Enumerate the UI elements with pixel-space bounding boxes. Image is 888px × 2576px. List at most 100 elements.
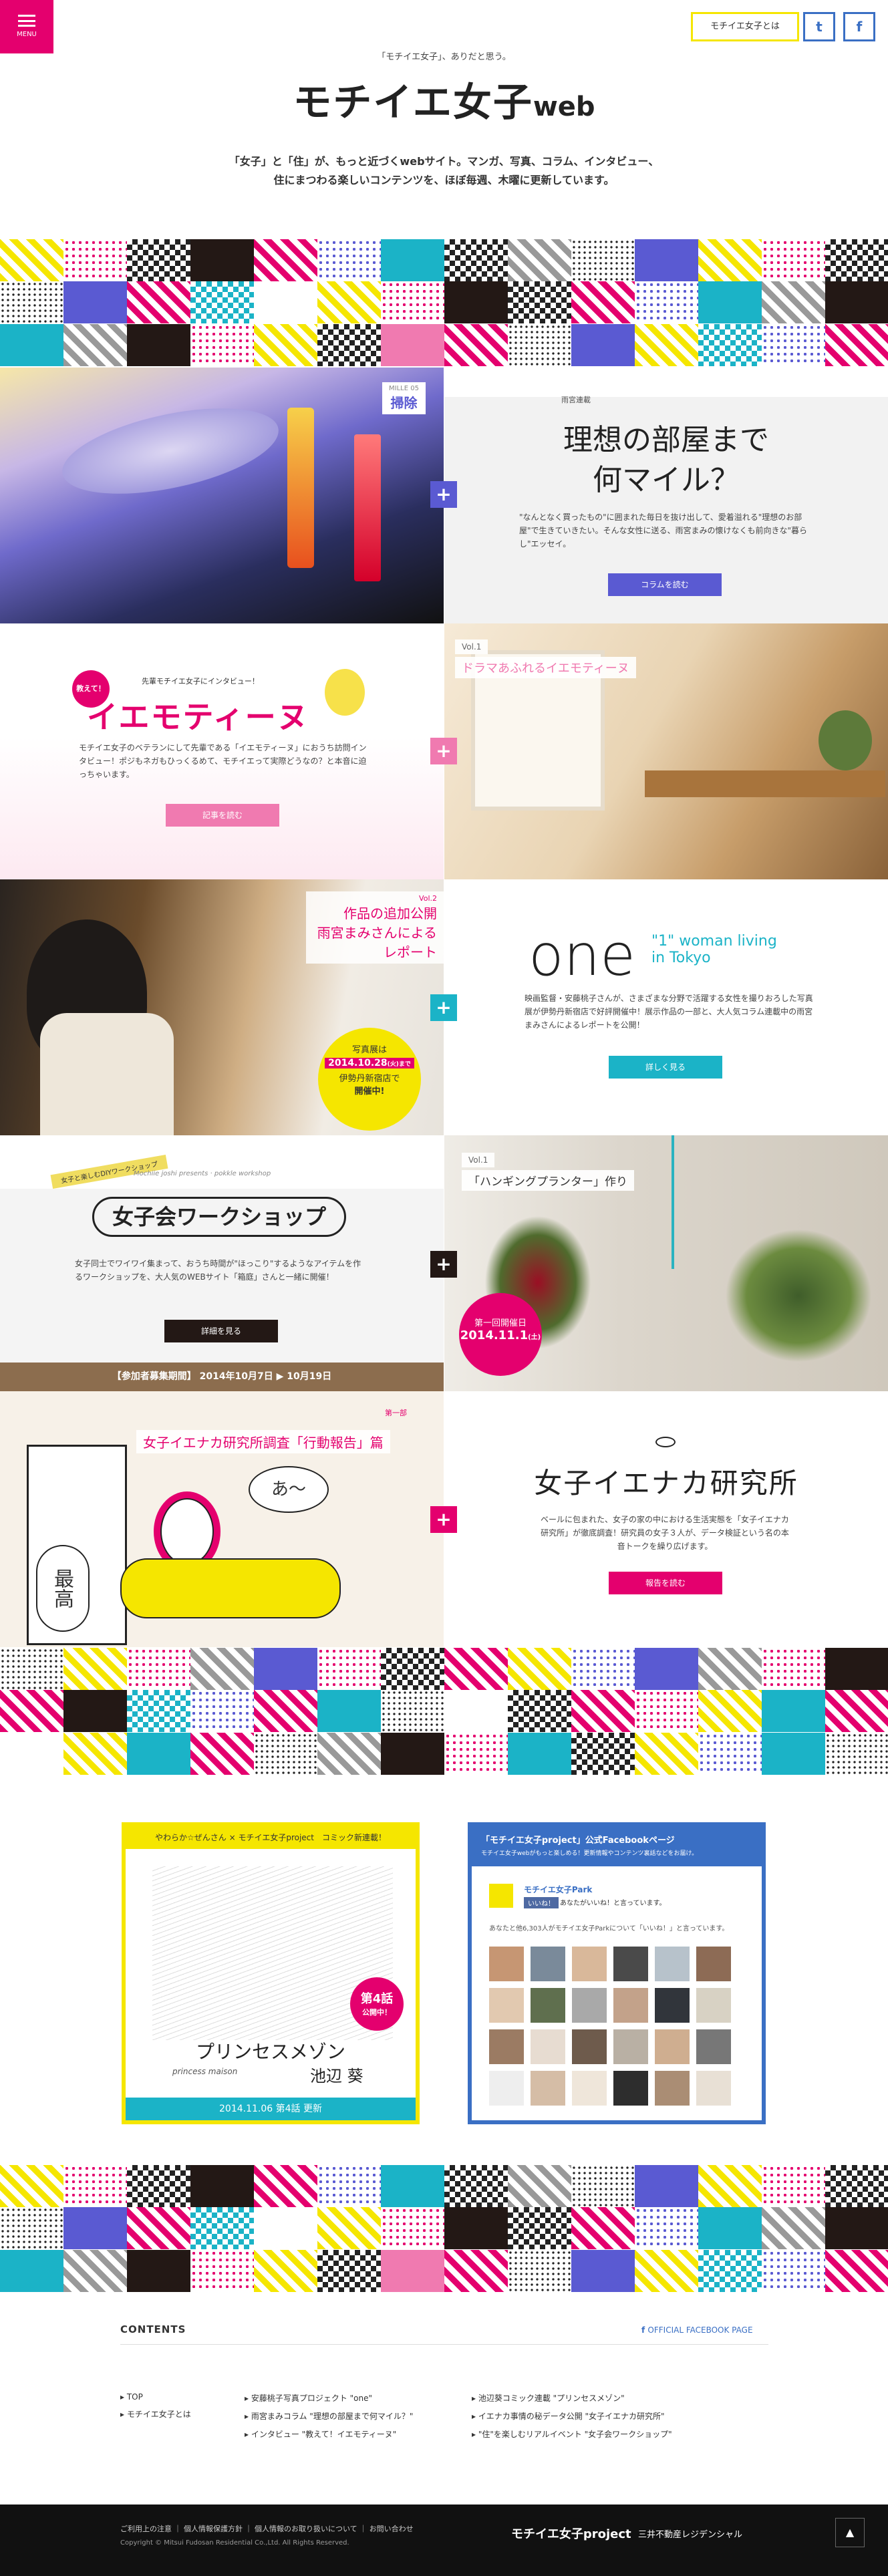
footer-logo-mitsui[interactable]: 三井不動産レジデンシャル xyxy=(638,2527,742,2540)
footer-links: ご利用上の注意 ｜ 個人情報保護方針 ｜ 個人情報のお取り扱いについて ｜ お問… xyxy=(120,2525,414,2533)
lab-body: ベールに包まれた、女子の家の中における生活実態を「女子イエナカ研究所」が徹底調査… xyxy=(541,1515,789,1551)
one-body: 映画監督・安藤桃子さんが、さまざまな分野で活躍する女性を撮りおろした写真展が伊勢… xyxy=(525,994,813,1030)
nav-link-comic[interactable]: ▸ 池辺葵コミック連載 "プリンセスメゾン" xyxy=(472,2392,672,2404)
workshop-body: 女子同士でワイワイ集まって、おうち時間が"ほっこり"するようなアイテムを作るワー… xyxy=(75,1259,361,1282)
contents-title: CONTENTS xyxy=(120,2323,186,2335)
workshop-title: 女子会ワークショップ xyxy=(92,1197,346,1237)
like-count: あなたと他6,303人がモチイエ女子Parkについて「いいね！」と言っています。 xyxy=(489,1925,729,1933)
room-photo[interactable]: Vol.1 ドラマあふれるイエモティーヌ xyxy=(444,623,888,879)
contents-col-2: ▸ 安藤桃子写真プロジェクト "one" ▸ 雨宮まみコラム "理想の部屋まで何… xyxy=(245,2392,413,2440)
iemotine-body: モチイエ女子のベテランにして先輩である「イエモティーヌ」におうち訪問インタビュー… xyxy=(79,743,367,779)
workshop-script: Mochiie joshi presents · pokkle workshop xyxy=(134,1170,271,1177)
facebook-icon[interactable]: f xyxy=(843,12,875,41)
exhibition-badge: 写真展は 2014.10.28(火)まで 伊勢丹新宿店で 開催中! xyxy=(318,1028,421,1131)
lab-caption: 女子イエナカ研究所調査「行動報告」篇 xyxy=(136,1430,390,1453)
back-to-top-icon[interactable]: ▲ xyxy=(835,2518,865,2547)
nav-link-one[interactable]: ▸ 安藤桃子写真プロジェクト "one" xyxy=(245,2392,413,2404)
one-card[interactable]: one "1" woman living in Tokyo 映画監督・安藤桃子さん… xyxy=(444,879,888,1135)
read-article-button[interactable]: 記事を読む xyxy=(166,804,279,827)
column-title-1: 理想の部屋まで xyxy=(563,423,769,457)
pattern-band-top xyxy=(0,239,888,366)
comic-title-en: princess maison xyxy=(172,2067,238,2076)
column-illustration[interactable]: MILLE 05 掃除 xyxy=(0,368,444,623)
comic-banner[interactable]: やわらか☆ぜんさん × モチイエ女子project コミック新連載！ 第4話 公開… xyxy=(122,1822,420,2124)
speech-bubble: 最高 xyxy=(36,1545,90,1632)
snail-mascot-icon xyxy=(325,669,365,716)
nav-link-lab[interactable]: ▸ イエナカ事情の秘データ公開 "女子イエナカ研究所" xyxy=(472,2410,672,2422)
iemotine-card[interactable]: 教えて！ 先輩モチイエ女子にインタビュー！ イエモティーヌ モチイエ女子のベテラ… xyxy=(0,623,444,879)
comic-header: やわらか☆ぜんさん × モチイエ女子project コミック新連載！ xyxy=(126,1826,416,1849)
nav-link-about[interactable]: ▸ モチイエ女子とは xyxy=(120,2408,191,2420)
lab-title: 女子イエナカ研究所 xyxy=(534,1467,798,1499)
read-report-button[interactable]: 報告を読む xyxy=(609,1572,722,1594)
nav-link-interview[interactable]: ▸ インタビュー "教えて！イエモティーヌ" xyxy=(245,2428,413,2440)
column-body: "なんとなく買ったもの"に囲まれた毎日を抜け出して、愛着溢れる"理想のお部屋"で… xyxy=(519,513,808,549)
page-avatar xyxy=(489,1884,513,1908)
divider xyxy=(120,2344,768,2345)
workshop-detail-button[interactable]: 詳細を見る xyxy=(164,1320,278,1342)
menu-label: MENU xyxy=(17,31,37,38)
one-logo: one xyxy=(529,922,636,989)
workshop-period: 【参加者募集期間】 2014年10月7日 ▶ 10月19日 xyxy=(0,1363,444,1391)
one-subtitle: "1" woman living in Tokyo xyxy=(651,933,777,966)
workshop-card[interactable]: 女子と楽しむDIYワークショップ Mochiie joshi presents … xyxy=(0,1135,444,1391)
plus-icon[interactable]: + xyxy=(430,738,457,764)
see-more-button[interactable]: 詳しく見る xyxy=(609,1056,722,1079)
twitter-icon[interactable]: t xyxy=(803,12,835,41)
fan-grid xyxy=(489,1947,743,2106)
like-button[interactable]: いいね！ xyxy=(524,1897,559,1908)
comic-footer: 2014.11.06 第4話 更新 xyxy=(126,2098,416,2120)
copyright: Copyright © Mitsui Fudosan Residential C… xyxy=(120,2539,349,2547)
plus-icon[interactable]: + xyxy=(430,994,457,1021)
episode-badge: 第4話 公開中！ xyxy=(350,1977,404,2031)
planter-photo[interactable]: Vol.1 「ハンギングプランター」作り 第一回開催日 2014.11.1(土) xyxy=(444,1135,888,1391)
comic-author: 池辺 葵 xyxy=(310,2067,363,2086)
one-photo[interactable]: Vol.2 作品の追加公開 雨宮まみさんによるレポート 写真展は 2014.10… xyxy=(0,879,444,1135)
photo-caption: ドラマあふれるイエモティーヌ xyxy=(455,657,636,678)
footer-link-terms[interactable]: ご利用上の注意 xyxy=(120,2525,172,2533)
event-date-badge: 第一回開催日 2014.11.1(土) xyxy=(459,1293,542,1376)
hamburger-icon xyxy=(18,15,35,27)
pattern-band-middle xyxy=(0,1648,888,1775)
footer: ご利用上の注意 ｜ 個人情報保護方針 ｜ 個人情報のお取り扱いについて ｜ お問… xyxy=(0,2505,888,2576)
mile-badge: MILLE 05 掃除 xyxy=(382,382,426,414)
tagline: 「モチイエ女子」、ありだと思う。 xyxy=(377,52,511,62)
plus-icon[interactable]: + xyxy=(430,1506,457,1533)
menu-button[interactable]: MENU xyxy=(0,0,53,53)
site-logo[interactable]: モチイエ女子web xyxy=(0,71,888,127)
intro-line-1: 「女子」と「住」が、もっと近づくwebサイト。マンガ、写真、コラム、インタビュー… xyxy=(229,155,659,168)
part-label: 第一部 xyxy=(385,1409,407,1417)
logo-web: web xyxy=(533,92,595,122)
nav-link-column[interactable]: ▸ 雨宮まみコラム "理想の部屋まで何マイル？" xyxy=(245,2410,413,2422)
vol-label: Vol.1 xyxy=(462,1153,495,1167)
facebook-header: 「モチイエ女子project」公式Facebookページ モチイエ女子webがも… xyxy=(472,1826,762,1866)
nav-link-top[interactable]: ▸ TOP xyxy=(120,2392,191,2402)
nav-link-workshop[interactable]: ▸ "住"を楽しむリアルイベント "女子会ワークショップ" xyxy=(472,2428,672,2440)
column-card[interactable]: 雨宮連載 理想の部屋まで 何マイル？ "なんとなく買ったもの"に囲まれた毎日を抜… xyxy=(444,368,888,623)
pattern-band-bottom xyxy=(0,2165,888,2292)
contents-col-1: ▸ TOP ▸ モチイエ女子とは xyxy=(120,2392,191,2420)
project-caption: 「ハンギングプランター」作り xyxy=(462,1170,634,1191)
footer-link-personal-info[interactable]: 個人情報のお取り扱いについて xyxy=(255,2525,357,2533)
ornament-icon xyxy=(655,1437,676,1447)
iemotine-title: イエモティーヌ xyxy=(87,699,309,735)
fb-page-name[interactable]: モチイエ女子Park xyxy=(524,1884,592,1895)
column-title-2: 何マイル？ xyxy=(593,463,740,497)
contents-col-3: ▸ 池辺葵コミック連載 "プリンセスメゾン" ▸ イエナカ事情の秘データ公開 "… xyxy=(472,2392,672,2440)
footer-link-privacy[interactable]: 個人情報保護方針 xyxy=(184,2525,243,2533)
plus-icon[interactable]: + xyxy=(430,1251,457,1278)
read-column-button[interactable]: コラムを読む xyxy=(608,573,722,596)
facebook-widget[interactable]: 「モチイエ女子project」公式Facebookページ モチイエ女子webがも… xyxy=(468,1822,766,2124)
column-kicker: 雨宮連載 xyxy=(561,396,591,404)
plus-icon[interactable]: + xyxy=(430,481,457,508)
intro-line-2: 住にまつわる楽しいコンテンツを、ほぼ毎週、木曜に更新しています。 xyxy=(273,174,615,186)
official-facebook-link[interactable]: f OFFICIAL FACEBOOK PAGE xyxy=(641,2325,753,2335)
one-caption: Vol.2 作品の追加公開 雨宮まみさんによるレポート xyxy=(306,891,444,964)
footer-logo-project[interactable]: モチイエ女子project xyxy=(511,2525,631,2542)
footer-link-contact[interactable]: お問い合わせ xyxy=(369,2525,414,2533)
about-button[interactable]: モチイエ女子とは xyxy=(691,12,799,41)
like-status: あなたがいいね！と言っています。 xyxy=(560,1900,666,1907)
logo-main: モチイエ女子 xyxy=(293,80,533,125)
lab-card[interactable]: 女子イエナカ研究所 ベールに包まれた、女子の家の中における生活実態を「女子イエナ… xyxy=(444,1391,888,1647)
lab-illustration[interactable]: あ～ 最高 第一部 女子イエナカ研究所調査「行動報告」篇 xyxy=(0,1391,444,1647)
